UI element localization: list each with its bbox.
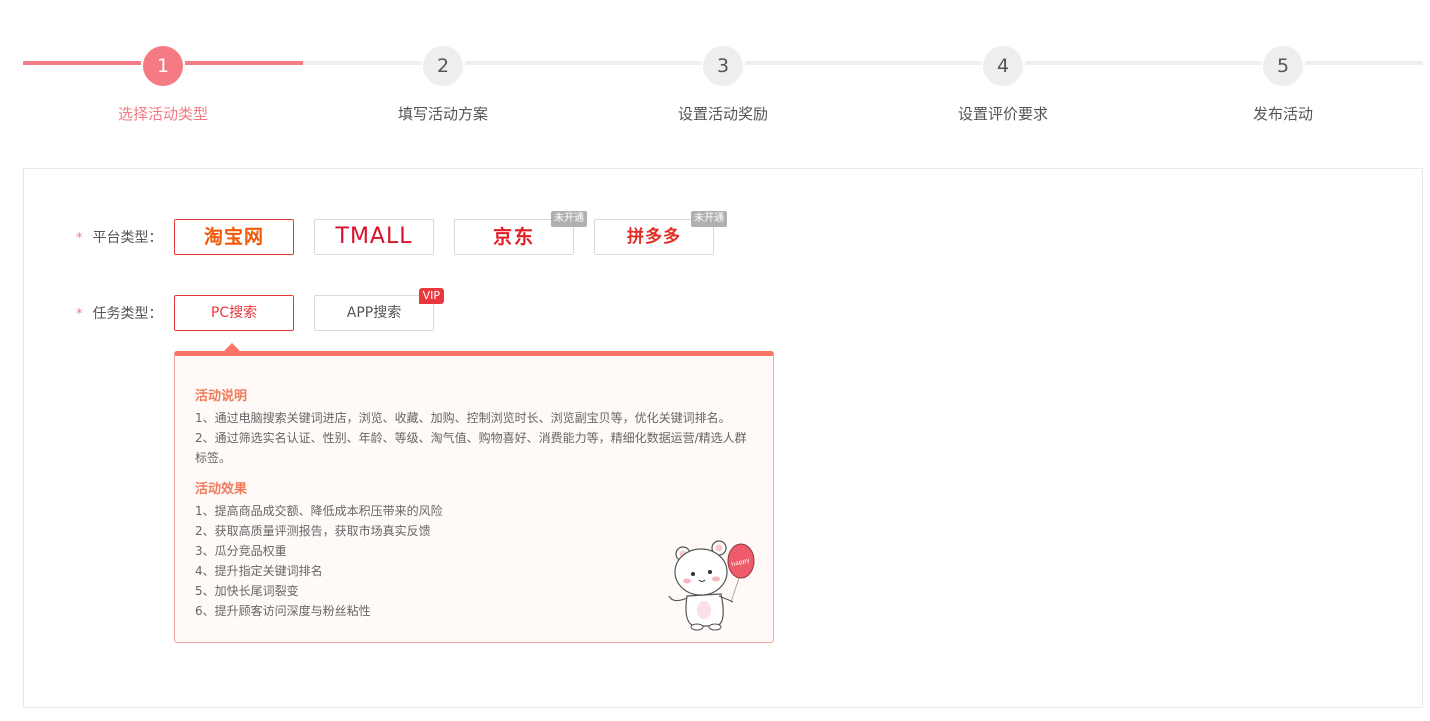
section-title: 活动效果 [195, 482, 248, 497]
taobao-logo: 淘宝网 [203, 226, 264, 248]
step-line-left [303, 61, 421, 65]
platform-type-label: * 平台类型： [76, 227, 163, 247]
pointer-caret [223, 343, 241, 352]
step-line-right [745, 61, 863, 65]
step-label: 设置活动奖励 [677, 105, 768, 123]
step-line-left [23, 61, 141, 65]
step-label: 发布活动 [1252, 105, 1313, 123]
step-line-left [863, 61, 981, 65]
description-line: 标签。 [195, 451, 232, 465]
task-option-pc-search[interactable]: PC搜索 [174, 295, 294, 331]
not-activated-badge: 未开通 [551, 211, 587, 227]
section-title: 活动说明 [195, 389, 248, 404]
step-2: 2 填写活动方案 [303, 45, 583, 135]
platform-type-text: 平台类型： [92, 230, 163, 246]
pinduoduo-logo: 拼多多 [627, 227, 681, 247]
vip-badge: VIP [418, 288, 444, 304]
tmall-logo: TMALL [335, 224, 413, 249]
step-number: 2 [423, 46, 463, 86]
platform-option-tmall[interactable]: TMALL [314, 219, 434, 255]
step-label: 设置评价要求 [957, 105, 1048, 123]
progress-stepper: 1 选择活动类型 2 填写活动方案 3 设置活动奖励 4 设置评价要求 5 发布… [23, 45, 1423, 135]
step-line-right [1305, 61, 1423, 65]
description-line: 2、通过筛选实名认证、性别、年龄、等级、淘气值、购物喜好、消费能力等，精细化数据… [195, 431, 747, 445]
step-1: 1 选择活动类型 [23, 45, 303, 135]
step-line-left [583, 61, 701, 65]
required-mark: * [76, 231, 83, 246]
step-number: 3 [703, 46, 743, 86]
platform-option-pinduoduo[interactable]: 拼多多 未开通 [594, 211, 727, 255]
step-line-right [185, 61, 303, 65]
activity-explanation-section: 活动说明 1、通过电脑搜索关键词进店，浏览、收藏、加购、控制浏览时长、浏览副宝贝… [195, 385, 755, 468]
step-line-left [1143, 61, 1261, 65]
step-number: 4 [983, 46, 1023, 86]
step-number: 5 [1263, 46, 1303, 86]
description-line: 1、通过电脑搜索关键词进店，浏览、收藏、加购、控制浏览时长、浏览副宝贝等，优化关… [195, 411, 731, 425]
step-number: 1 [143, 46, 183, 86]
step-label: 填写活动方案 [397, 105, 488, 123]
jd-logo: 京东 [492, 226, 535, 248]
step-5: 5 发布活动 [1143, 45, 1423, 135]
step-3: 3 设置活动奖励 [583, 45, 863, 135]
platform-option-jd[interactable]: 京东 未开通 [454, 211, 587, 255]
task-type-text: 任务类型： [92, 306, 163, 322]
not-activated-badge: 未开通 [691, 211, 727, 227]
effect-line: 1、提高商品成交额、降低成本积压带来的风险 [195, 504, 443, 518]
activity-type-panel: * 平台类型： 淘宝网 TMALL 京东 未开通 拼多多 未开通 * 任务类型： P… [23, 168, 1423, 708]
step-line-right [1025, 61, 1143, 65]
task-option-app-search[interactable]: APP搜索 VIP [314, 288, 444, 331]
step-4: 4 设置评价要求 [863, 45, 1143, 135]
step-line-right [465, 61, 583, 65]
platform-option-taobao[interactable]: 淘宝网 [174, 219, 294, 255]
required-mark: * [76, 307, 83, 322]
app-search-label: APP搜索 [346, 305, 402, 321]
pc-search-label: PC搜索 [210, 305, 258, 321]
activity-description-box: 活动说明 1、通过电脑搜索关键词进店，浏览、收藏、加购、控制浏览时长、浏览副宝贝… [174, 343, 774, 643]
task-type-label: * 任务类型： [76, 303, 163, 323]
step-label: 选择活动类型 [117, 105, 208, 123]
bear-balloon-illustration: happy [668, 540, 755, 631]
